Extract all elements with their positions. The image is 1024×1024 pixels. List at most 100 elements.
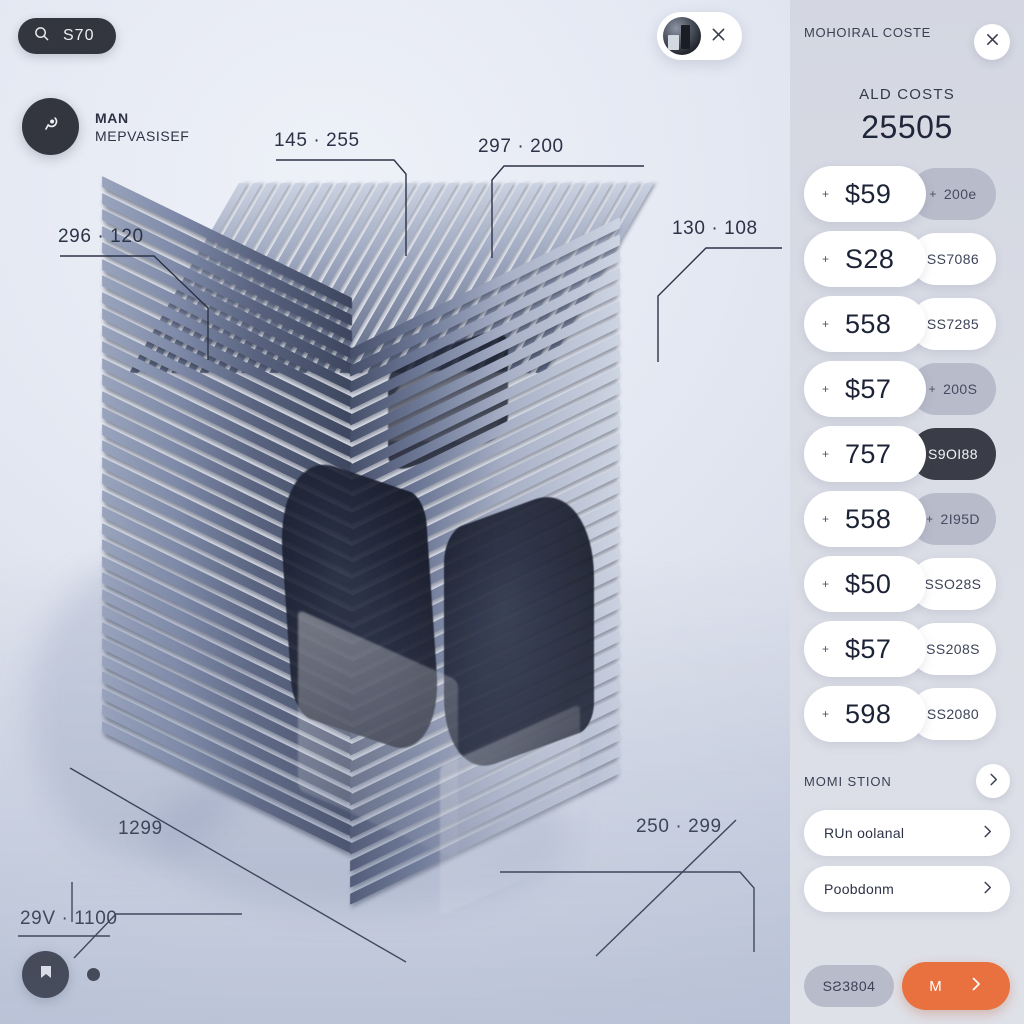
model-slat	[102, 308, 352, 441]
action-row[interactable]: Poobdonm	[804, 866, 1010, 912]
cost-main-pill[interactable]: + S28	[804, 231, 926, 287]
cost-row[interactable]: + $57 SS208S	[804, 621, 1010, 677]
action-list: RUn oolanal Poobdonm	[804, 810, 1010, 912]
model-slat	[129, 183, 248, 373]
model-slat	[465, 183, 584, 373]
model-slat	[350, 266, 620, 410]
cost-value: 598	[845, 698, 892, 729]
model-slat	[350, 563, 620, 707]
search-input[interactable]: S70	[18, 18, 117, 54]
cost-badge-label: SS2080	[926, 706, 980, 722]
cost-main-pill[interactable]: + $57	[804, 361, 926, 417]
cost-row[interactable]: + S28 SS7086	[804, 231, 1010, 287]
panel-subtitle: ALD COSTS	[859, 86, 955, 103]
status-dot[interactable]	[87, 968, 100, 981]
model-slat	[350, 547, 620, 690]
cost-badge-label: SSO28S	[924, 576, 982, 592]
action-row[interactable]: RUn oolanal	[804, 810, 1010, 856]
model-slat	[339, 183, 458, 373]
model-slat	[350, 662, 620, 806]
model-slat	[102, 275, 352, 408]
cost-main-pill[interactable]: + $59	[804, 166, 926, 222]
model-slat	[102, 720, 352, 854]
cost-main-pill[interactable]: +598	[804, 686, 926, 742]
dimension-label: 130 · 108	[672, 218, 758, 239]
bookmark-button[interactable]	[22, 951, 69, 998]
dimension-bottom-right: 250 · 299	[500, 816, 790, 978]
model-slat	[102, 242, 352, 375]
cost-main-pill[interactable]: + $57	[804, 621, 926, 677]
cost-value: 558	[845, 503, 892, 534]
cost-row[interactable]: +598 SS2080	[804, 686, 1010, 742]
model-slat	[171, 183, 290, 373]
model-slat	[350, 712, 620, 855]
model-slat	[102, 704, 352, 837]
model-slat	[325, 183, 444, 373]
cost-main-pill[interactable]: +558	[804, 491, 926, 547]
pin-icon	[41, 114, 61, 139]
model-slat	[102, 357, 352, 491]
cost-main-pill[interactable]: +558	[804, 296, 926, 352]
footer-cta-button[interactable]: M	[902, 962, 1010, 1010]
model-slat	[102, 176, 352, 309]
cost-row[interactable]: + $50 SSO28S	[804, 556, 1010, 612]
model-slat	[102, 539, 352, 672]
close-icon[interactable]	[711, 27, 726, 45]
model-slat	[241, 183, 360, 373]
cost-row[interactable]: + $59 +200e	[804, 166, 1010, 222]
brand-block[interactable]: MAN MEPVASISEF	[22, 98, 189, 155]
model-slat	[350, 613, 620, 756]
model-slat	[350, 299, 620, 443]
model-viewport[interactable]: 145 · 255 297 · 200 296 · 120 130 · 108	[0, 0, 790, 1024]
model-slat	[350, 332, 620, 476]
cost-main-pill[interactable]: +757	[804, 426, 926, 482]
model-slat	[350, 398, 620, 542]
panel-total-value: 25505	[861, 109, 953, 145]
model-slat	[102, 209, 352, 342]
sparkle-icon: +	[822, 642, 830, 656]
model-slat	[350, 316, 620, 459]
chevron-right-icon	[981, 825, 994, 841]
model-slat	[350, 679, 620, 822]
model-slat	[102, 671, 352, 804]
floor-shadow	[30, 560, 260, 860]
close-icon	[985, 32, 1000, 52]
action-label: Poobdonm	[824, 881, 895, 897]
sparkle-icon: +	[928, 382, 937, 396]
cost-row[interactable]: +558 SS7285	[804, 296, 1010, 352]
model-slat	[102, 621, 352, 755]
model-slat	[227, 183, 346, 373]
footer-chip[interactable]: SƧ3804	[804, 965, 894, 1007]
model-slat	[350, 464, 620, 608]
section-expand-button[interactable]	[976, 764, 1010, 798]
model-slat	[102, 456, 352, 590]
model-thumbnail[interactable]	[663, 17, 701, 55]
model-slat	[213, 183, 332, 373]
leader-line	[491, 165, 644, 258]
avatar[interactable]	[22, 98, 79, 155]
model-left-face	[102, 176, 352, 858]
panel-title: MOHOIRAL COSTE	[804, 25, 932, 40]
cost-badge-label: 200e	[943, 186, 977, 202]
panel-close-button[interactable]	[974, 24, 1010, 60]
cost-value: $57	[845, 373, 892, 404]
model-slat	[350, 497, 620, 641]
model-slat	[143, 183, 262, 373]
model-slat	[367, 183, 486, 373]
section-title: MOMI STION	[804, 773, 892, 789]
model-slat	[350, 481, 620, 624]
capture-chip[interactable]	[657, 12, 742, 60]
model-slat	[437, 183, 556, 373]
dimension-left: 296 · 120	[58, 226, 238, 368]
model-slat	[157, 183, 276, 373]
cost-row[interactable]: +757 S9OI88	[804, 426, 1010, 482]
model-slat	[350, 745, 620, 888]
model-slat	[102, 588, 352, 722]
cost-row[interactable]: + $57 +200S	[804, 361, 1010, 417]
cost-main-pill[interactable]: + $50	[804, 556, 926, 612]
model-slat	[102, 572, 352, 705]
cost-row[interactable]: +558 +2I95D	[804, 491, 1010, 547]
leader-line	[60, 255, 209, 360]
dimension-top-left: 145 · 255	[274, 130, 424, 262]
model-void	[388, 325, 508, 475]
